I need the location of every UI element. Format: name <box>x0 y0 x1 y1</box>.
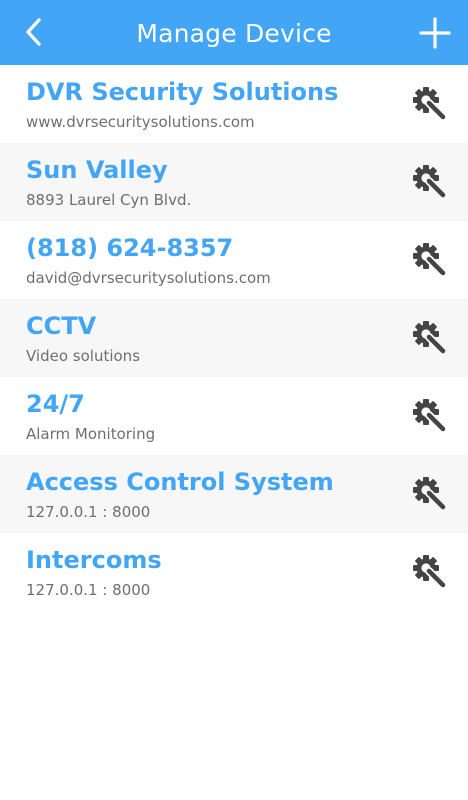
device-subtitle: 127.0.0.1 : 8000 <box>26 581 151 599</box>
gear-wrench-icon <box>413 165 447 199</box>
plus-icon <box>419 17 451 49</box>
device-subtitle: 8893 Laurel Cyn Blvd. <box>26 191 192 209</box>
page-title: Manage Device <box>136 19 332 48</box>
device-subtitle: Alarm Monitoring <box>26 425 156 443</box>
device-settings-button[interactable] <box>412 86 448 122</box>
device-subtitle: Video solutions <box>26 347 141 365</box>
device-subtitle: www.dvrsecuritysolutions.com <box>26 113 255 131</box>
device-row[interactable]: DVR Security Solutions www.dvrsecurityso… <box>0 65 468 143</box>
device-row[interactable]: Intercoms 127.0.0.1 : 8000 <box>0 533 468 611</box>
gear-wrench-icon <box>413 477 447 511</box>
device-name: Access Control System <box>26 468 334 496</box>
device-row[interactable]: 24/7 Alarm Monitoring <box>0 377 468 455</box>
device-row[interactable]: (818) 624-8357 david@dvrsecuritysolution… <box>0 221 468 299</box>
device-settings-button[interactable] <box>412 320 448 356</box>
app-header: Manage Device <box>0 0 468 65</box>
device-name: CCTV <box>26 312 97 340</box>
gear-wrench-icon <box>413 321 447 355</box>
device-row[interactable]: CCTV Video solutions <box>0 299 468 377</box>
gear-wrench-icon <box>413 399 447 433</box>
device-name: Intercoms <box>26 546 162 574</box>
gear-wrench-icon <box>413 555 447 589</box>
device-row[interactable]: Sun Valley 8893 Laurel Cyn Blvd. <box>0 143 468 221</box>
device-name: 24/7 <box>26 390 85 418</box>
device-subtitle: david@dvrsecuritysolutions.com <box>26 269 271 287</box>
device-settings-button[interactable] <box>412 554 448 590</box>
device-settings-button[interactable] <box>412 398 448 434</box>
device-settings-button[interactable] <box>412 476 448 512</box>
device-name: Sun Valley <box>26 156 168 184</box>
device-list: DVR Security Solutions www.dvrsecurityso… <box>0 65 468 611</box>
gear-wrench-icon <box>413 87 447 121</box>
device-name: (818) 624-8357 <box>26 234 234 262</box>
device-name: DVR Security Solutions <box>26 78 339 106</box>
device-row[interactable]: Access Control System 127.0.0.1 : 8000 <box>0 455 468 533</box>
device-settings-button[interactable] <box>412 242 448 278</box>
device-subtitle: 127.0.0.1 : 8000 <box>26 503 151 521</box>
device-settings-button[interactable] <box>412 164 448 200</box>
gear-wrench-icon <box>413 243 447 277</box>
add-device-button[interactable] <box>412 10 458 56</box>
